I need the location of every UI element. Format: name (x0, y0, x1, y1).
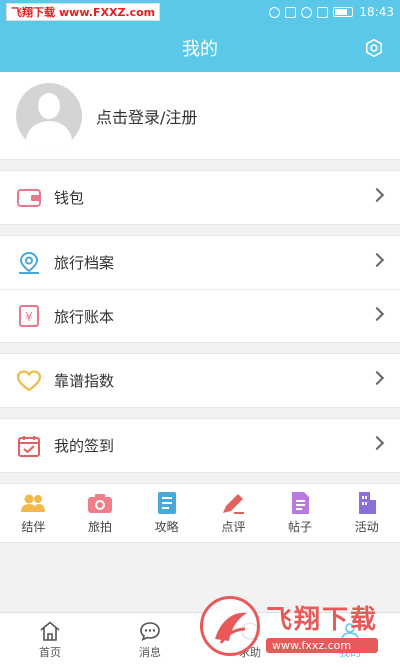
shortcut-label: 活动 (354, 519, 379, 534)
shortcut-label: 帖子 (288, 519, 313, 534)
menu-item-label: 我的签到 (54, 437, 115, 455)
menu-item-label: 旅行档案 (54, 254, 115, 272)
menu-item-checkin[interactable]: 我的签到 (0, 419, 400, 472)
chevron-right-icon (369, 306, 385, 322)
shortcut-posts[interactable]: 帖子 (267, 484, 334, 542)
login-register-link[interactable]: 点击登录/注册 (96, 104, 197, 128)
yuan-ledger-icon: ¥ (16, 303, 42, 329)
shortcut-grid: 结伴 旅拍 攻略 点评 帖子 活动 (0, 483, 400, 543)
menu-item-label: 旅行账本 (54, 307, 115, 326)
watermark-logo-icon (200, 596, 260, 656)
heart-icon (16, 368, 42, 394)
tab-label: 首页 (39, 645, 61, 659)
signal-status-icon (317, 6, 329, 18)
tab-messages[interactable]: 消息 (100, 613, 200, 667)
building-icon (358, 491, 376, 514)
avatar[interactable] (16, 82, 82, 149)
menu-group: 旅行档案 ¥ 旅行账本 (0, 235, 400, 343)
document-icon (157, 491, 176, 514)
shortcut-travel-photo[interactable]: 旅拍 (67, 484, 134, 542)
chevron-right-icon (369, 252, 385, 268)
svg-text:¥: ¥ (25, 310, 33, 324)
watermark-title: 飞翔下载 (266, 605, 379, 635)
header: 我的 (0, 24, 400, 72)
shortcut-companion[interactable]: 结伴 (0, 484, 67, 542)
menu-item-label: 钱包 (54, 189, 85, 207)
vibrate-status-icon (285, 6, 297, 18)
watermark-text: 飞翔下载 (11, 6, 55, 19)
menu-group: 靠谱指数 (0, 353, 400, 408)
watermark: 飞翔下载 www.fxxz.com (200, 591, 392, 661)
location-pin-icon (16, 250, 42, 276)
wifi-status-icon (301, 6, 313, 18)
message-icon (140, 621, 160, 641)
chevron-right-icon (369, 370, 385, 386)
menu-group: 我的签到 (0, 418, 400, 473)
watermark-url: www.fxxz.com (266, 638, 379, 653)
menu-item-reliability-index[interactable]: 靠谱指数 (0, 354, 400, 407)
shortcut-guide[interactable]: 攻略 (133, 484, 200, 542)
camera-icon (88, 493, 112, 513)
shortcut-activities[interactable]: 活动 (333, 484, 400, 542)
wallet-icon (16, 185, 42, 211)
gear-icon[interactable] (364, 38, 384, 58)
clock: 18:43 (359, 5, 394, 19)
tab-label: 消息 (139, 645, 161, 659)
menu-item-label: 靠谱指数 (54, 372, 115, 390)
calendar-check-icon (16, 433, 42, 459)
battery-icon (333, 7, 354, 17)
menu-group: 钱包 (0, 170, 400, 225)
shortcut-review[interactable]: 点评 (200, 484, 267, 542)
people-icon (21, 494, 46, 512)
login-section[interactable]: 点击登录/注册 (0, 72, 400, 160)
page-title: 我的 (182, 39, 218, 60)
menu-item-travel-ledger[interactable]: ¥ 旅行账本 (0, 289, 400, 342)
shortcut-label: 旅拍 (88, 519, 113, 534)
menu-item-travel-profile[interactable]: 旅行档案 (0, 236, 400, 289)
shortcut-label: 点评 (221, 519, 246, 534)
shortcut-label: 攻略 (154, 519, 179, 534)
watermark-url: www.FXXZ.com (59, 6, 156, 19)
location-status-icon (269, 6, 281, 18)
menu-item-wallet[interactable]: 钱包 (0, 171, 400, 224)
shortcut-label: 结伴 (21, 519, 46, 534)
watermark-badge: 飞翔下载 www.FXXZ.com (6, 3, 161, 21)
note-icon (292, 491, 310, 514)
chevron-right-icon (369, 187, 385, 203)
chevron-right-icon (369, 435, 385, 451)
home-icon (40, 620, 60, 641)
tab-home[interactable]: 首页 (0, 613, 100, 667)
pen-icon (223, 493, 245, 514)
status-bar: 飞翔下载 www.FXXZ.com 18:43 (0, 0, 400, 24)
